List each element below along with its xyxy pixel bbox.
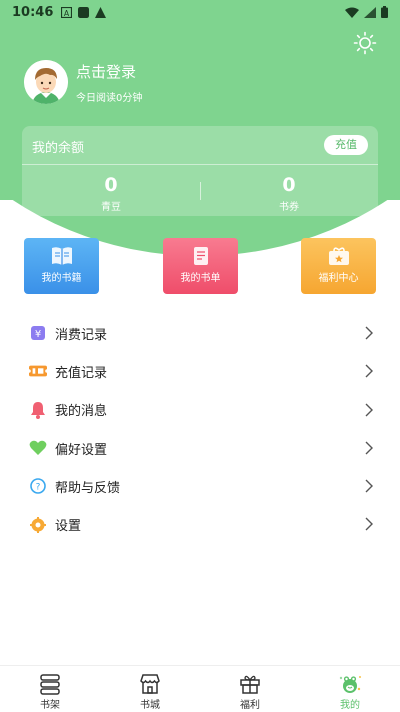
nav-bookstore[interactable]: 书城 <box>100 666 200 712</box>
status-time: 10:46 <box>12 4 54 20</box>
chevron-right-icon <box>365 364 373 378</box>
card-divider <box>22 164 378 165</box>
nav-mine[interactable]: 我的 <box>300 666 400 712</box>
bell-icon <box>29 401 47 419</box>
brightness-icon[interactable] <box>353 31 377 55</box>
help-icon: ? <box>29 477 47 495</box>
consumption-record-label: 消费记录 <box>55 327 108 343</box>
avatar-boy-icon <box>24 60 68 104</box>
avatar[interactable] <box>24 60 68 104</box>
balance-card: 我的余额 充值 0 青豆 0 书券 <box>22 126 378 216</box>
book-icon <box>51 247 72 265</box>
menu-list: ¥ 消费记录 充值记录 我的消息 偏好设置 ? 帮助与反馈 设置 <box>0 314 400 544</box>
warning-icon <box>95 6 107 18</box>
signal-icon <box>364 6 376 18</box>
recharge-record-item[interactable]: 充值记录 <box>0 352 400 390</box>
coupon-label: 书券 <box>279 202 299 213</box>
gear-icon <box>29 516 47 534</box>
my-booklist-tile[interactable]: 我的书单 <box>163 238 238 294</box>
booklist-icon <box>193 247 208 265</box>
gift-box-icon <box>328 247 349 265</box>
my-books-tile[interactable]: 我的书籍 <box>24 238 99 294</box>
heart-icon <box>29 439 47 457</box>
help-feedback-item[interactable]: ? 帮助与反馈 <box>0 467 400 505</box>
gift-icon <box>240 675 260 694</box>
bottom-nav: 书架 书城 福利 我的 <box>0 665 400 712</box>
wifi-icon <box>345 7 359 18</box>
svg-text:A: A <box>64 8 70 17</box>
chevron-right-icon <box>365 326 373 340</box>
preference-settings-item[interactable]: 偏好设置 <box>0 429 400 467</box>
balance-title: 我的余额 <box>32 141 85 156</box>
coupon-stat[interactable]: 0 书券 <box>229 174 349 213</box>
profile-page: 10:46 A 点击登录 今日阅读0分钟 我的余额 充值 0 青豆 0 书券 我… <box>0 0 400 712</box>
nav-bookshelf-label: 书架 <box>40 700 60 711</box>
profile-frog-icon <box>339 676 361 693</box>
bookshelf-icon <box>40 674 60 695</box>
my-messages-label: 我的消息 <box>55 404 108 420</box>
help-feedback-label: 帮助与反馈 <box>55 480 121 496</box>
nav-welfare-label: 福利 <box>240 700 260 711</box>
recharge-record-label: 充值记录 <box>55 365 108 381</box>
settings-label: 设置 <box>55 519 82 535</box>
nav-bookstore-label: 书城 <box>140 700 160 711</box>
coupon-value: 0 <box>282 174 296 196</box>
settings-item[interactable]: 设置 <box>0 505 400 543</box>
chevron-right-icon <box>365 403 373 417</box>
stat-separator <box>200 182 201 200</box>
yuan-receipt-icon: ¥ <box>29 324 47 342</box>
read-time-text: 今日阅读0分钟 <box>76 93 143 104</box>
status-bar: 10:46 A <box>0 0 400 24</box>
beans-stat[interactable]: 0 青豆 <box>51 174 171 213</box>
login-link[interactable]: 点击登录 <box>76 61 136 82</box>
svg-text:?: ? <box>36 483 41 493</box>
chevron-right-icon <box>365 479 373 493</box>
my-books-label: 我的书籍 <box>41 273 82 284</box>
nav-mine-label: 我的 <box>340 700 360 711</box>
consumption-record-item[interactable]: ¥ 消费记录 <box>0 314 400 352</box>
welfare-center-label: 福利中心 <box>318 273 359 284</box>
chevron-right-icon <box>365 441 373 455</box>
beans-value: 0 <box>104 174 118 196</box>
chevron-right-icon <box>365 517 373 531</box>
nav-welfare[interactable]: 福利 <box>200 666 300 712</box>
notification-a-icon: A <box>61 6 73 18</box>
nav-bookshelf[interactable]: 书架 <box>0 666 100 712</box>
ticket-icon <box>29 362 47 380</box>
bookstore-icon <box>140 674 160 694</box>
recharge-button[interactable]: 充值 <box>324 135 368 155</box>
svg-text:¥: ¥ <box>35 329 41 340</box>
my-booklist-label: 我的书单 <box>180 273 221 284</box>
beans-label: 青豆 <box>101 202 121 213</box>
notification-square-icon <box>78 6 90 18</box>
battery-icon <box>381 6 388 18</box>
welfare-center-tile[interactable]: 福利中心 <box>301 238 376 294</box>
preference-settings-label: 偏好设置 <box>55 442 108 458</box>
status-right <box>345 6 388 18</box>
my-messages-item[interactable]: 我的消息 <box>0 391 400 429</box>
